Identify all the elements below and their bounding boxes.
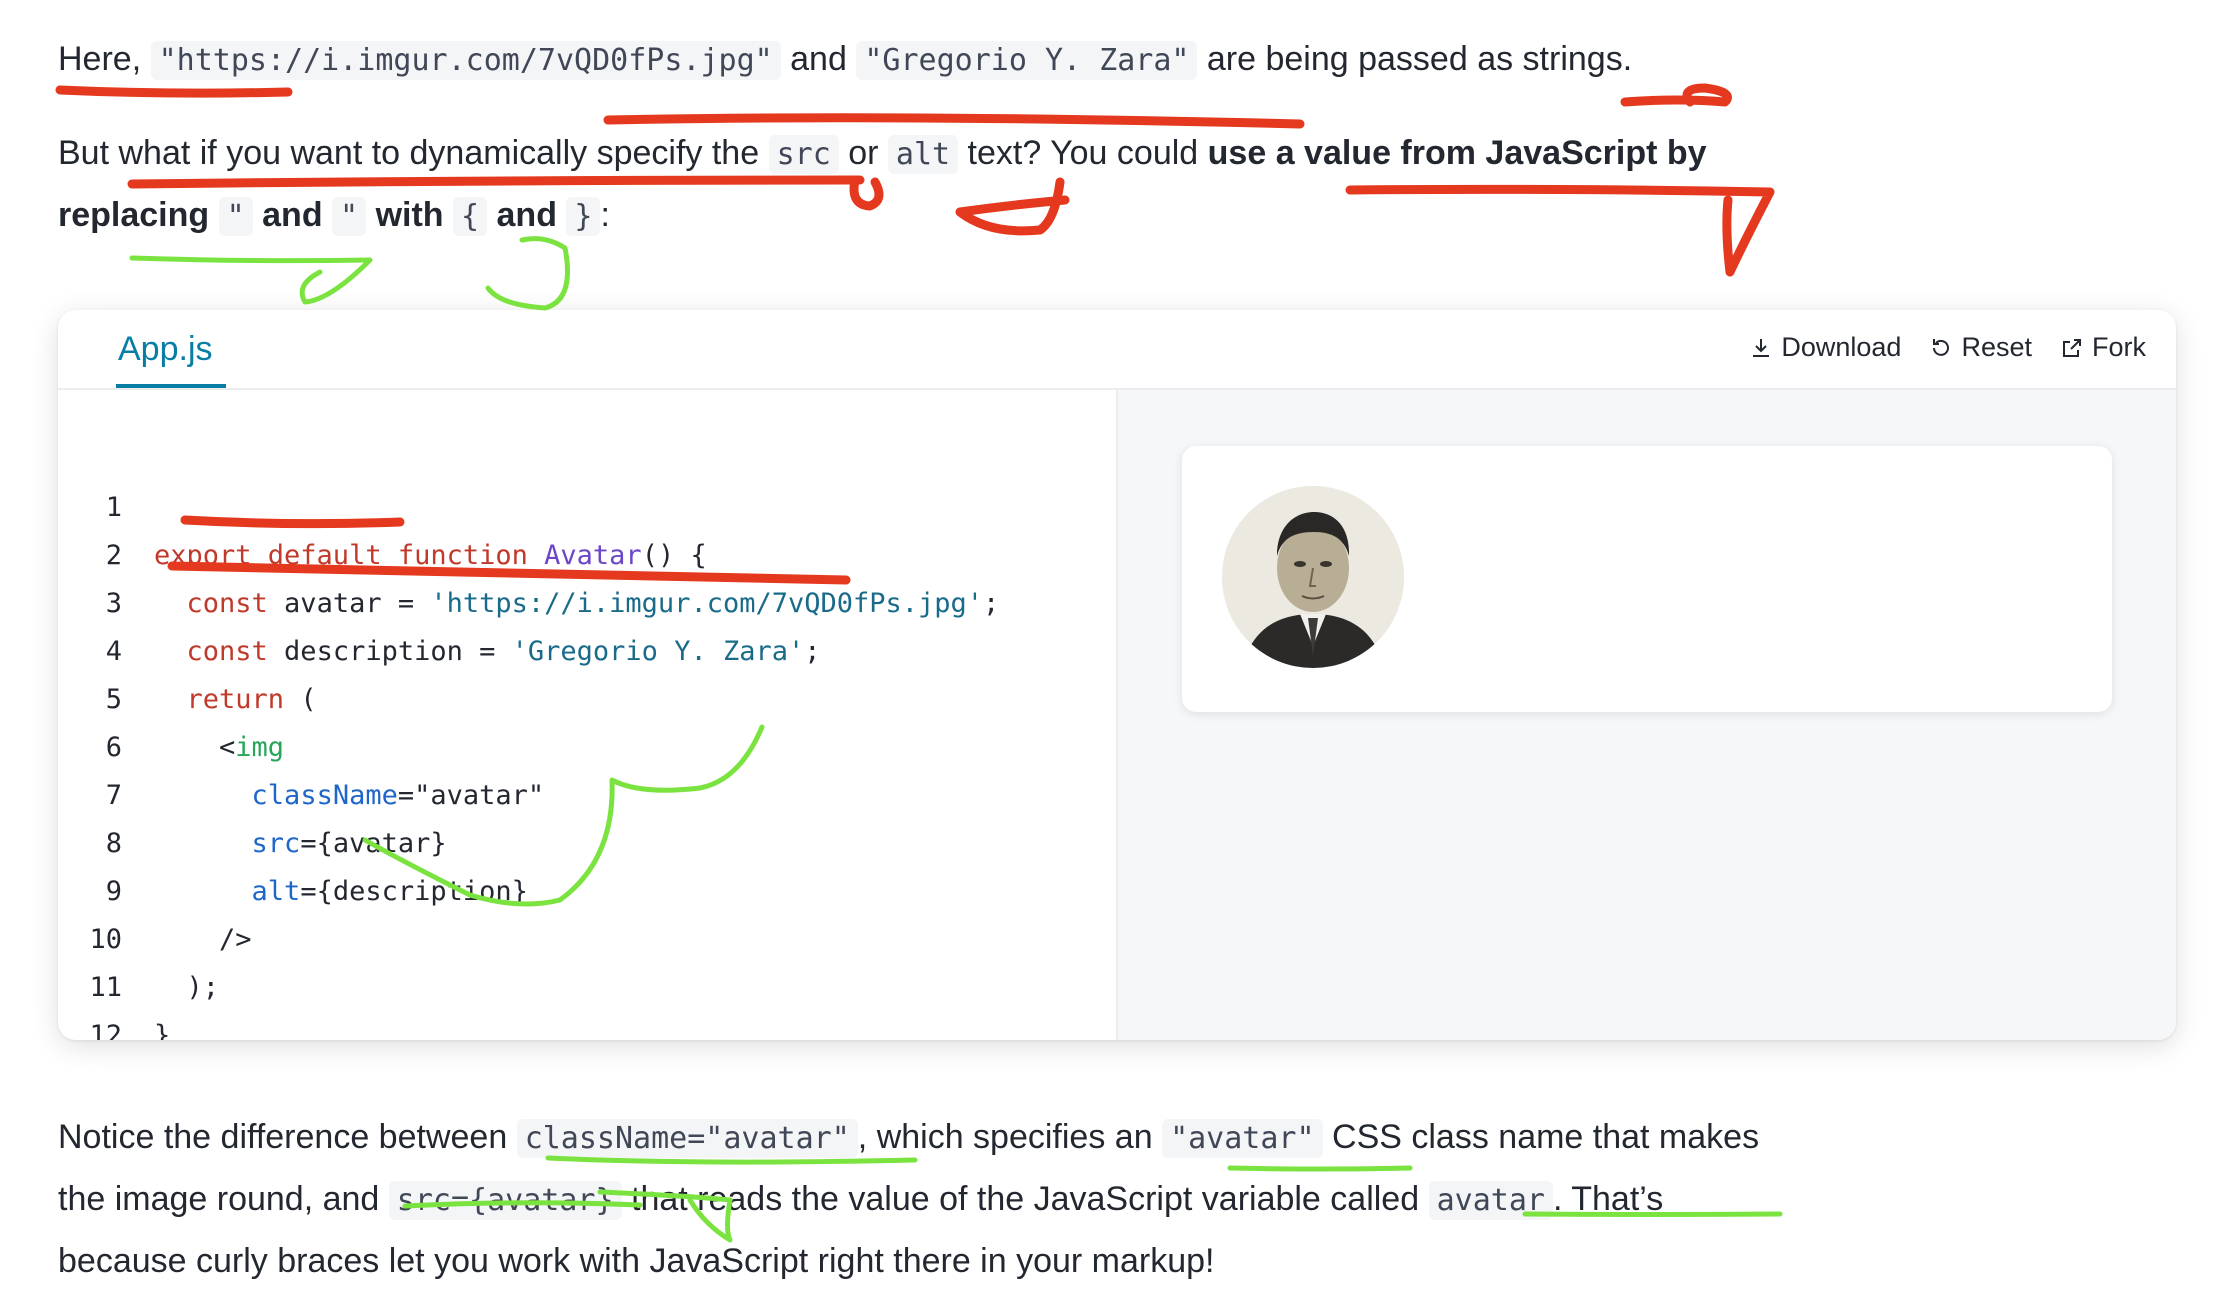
code-text: <img [154, 732, 285, 763]
download-button[interactable]: Download [1749, 332, 1901, 363]
download-label: Download [1781, 332, 1902, 362]
inline-code-src-avatar: src={avatar} [388, 1181, 622, 1220]
inline-code-alt: alt [887, 135, 959, 174]
code-line: 1 export default function Avatar() { [58, 436, 707, 571]
portrait-illustration [1222, 486, 1404, 668]
inline-code-url: "https://i.imgur.com/7vQD0fPs.jpg" [150, 41, 781, 80]
code-line: 5 <img [58, 628, 284, 763]
inline-code-open-brace: { [453, 197, 488, 236]
para3-text-7: because curly braces let you work with J… [58, 1242, 1215, 1280]
code-line: 3 const description = 'Gregorio Y. Zara'… [58, 532, 821, 667]
red-mark [1620, 83, 1732, 107]
code-text: alt={description} [251, 876, 528, 907]
inline-code-avatar-var: avatar [1428, 1181, 1553, 1220]
active-tab-indicator [116, 384, 226, 388]
paragraph-2-line-2: replacing " and " with { and }: [58, 184, 610, 248]
code-text: ); [154, 972, 220, 1003]
green-underline [129, 255, 373, 305]
code-text: } [154, 1020, 171, 1040]
para3-text-2: , which specifies an [857, 1118, 1153, 1156]
code-line: 4 return ( [58, 580, 317, 715]
sandbox-actions: Download Reset Fork [1749, 332, 2146, 363]
para2-bold-2: replacing [58, 196, 210, 234]
code-line: 7 src={avatar} [58, 724, 447, 859]
fork-label: Fork [2092, 332, 2146, 362]
code-line: 9 /> [58, 820, 252, 955]
red-underline [1345, 184, 1775, 277]
reset-button[interactable]: Reset [1929, 332, 2032, 363]
code-text: const avatar = 'https://i.imgur.com/7vQD… [186, 588, 1000, 619]
code-text: className="avatar" [251, 780, 545, 811]
inline-code-avatar-string: "avatar" [1162, 1119, 1323, 1158]
paragraph-3-line-2: the image round, and src={avatar} that r… [58, 1168, 1663, 1232]
paragraph-3-line-1: Notice the difference between className=… [58, 1106, 1759, 1170]
para2-text-2: or [848, 134, 879, 172]
code-line: 6 className="avatar" [58, 676, 544, 811]
para3-text-1: Notice the difference between [58, 1118, 508, 1156]
para3-text-4: the image round, and [58, 1180, 380, 1218]
paragraph-3-line-3: because curly braces let you work with J… [58, 1230, 1215, 1292]
code-line: 8 alt={description} [58, 772, 528, 907]
para2-with: with [375, 196, 444, 234]
code-editor[interactable]: 1 export default function Avatar() { 2 c… [58, 390, 1118, 1040]
para2-and-2: and [496, 196, 557, 234]
paragraph-2: But what if you want to dynamically spec… [58, 122, 1707, 186]
inline-code-src: src [768, 135, 839, 174]
external-link-icon [2063, 338, 2081, 357]
code-line: 2 const avatar = 'https://i.imgur.com/7v… [58, 484, 1000, 619]
inline-code-quote-1: " [218, 197, 253, 236]
code-text: const description = 'Gregorio Y. Zara'; [186, 636, 821, 667]
avatar-image [1222, 486, 1404, 668]
code-text: /> [154, 924, 252, 955]
preview-pane [1118, 390, 2176, 1040]
code-line: 12 [58, 964, 156, 1040]
paragraph-1: Here, "https://i.imgur.com/7vQD0fPs.jpg"… [58, 28, 1632, 92]
para2-and-1: and [262, 196, 323, 234]
green-circle [485, 236, 570, 311]
para2-text-1: But what if you want to dynamically spec… [58, 134, 760, 172]
sandbox-header: App.js Download Reset Fork [58, 310, 2176, 390]
code-line: 11 } [58, 916, 170, 1040]
download-icon [1753, 338, 1770, 357]
para2-bold-1: use a value from JavaScript by [1207, 134, 1707, 172]
para1-mid: and [790, 40, 847, 78]
para3-text-5: that reads the value of the JavaScript v… [631, 1180, 1420, 1218]
inline-code-quote-2: " [332, 197, 367, 236]
reset-icon [1933, 338, 1950, 356]
para3-text-6: . That’s [1552, 1180, 1664, 1218]
inline-code-close-brace: } [566, 197, 601, 236]
code-text: src={avatar} [251, 828, 447, 859]
para3-text-3: CSS class name that makes [1332, 1118, 1760, 1156]
code-text: return ( [186, 684, 317, 715]
para2-colon: : [600, 196, 610, 234]
reset-label: Reset [1961, 332, 2032, 362]
code-line: 10 ); [58, 868, 219, 1003]
fork-button[interactable]: Fork [2060, 332, 2146, 363]
line-number: 12 [89, 1020, 122, 1040]
para1-suffix: are being passed as strings. [1206, 40, 1633, 78]
preview-card [1182, 446, 2112, 712]
code-sandbox: App.js Download Reset Fork 1 export defa… [58, 310, 2176, 1040]
para2-text-3: text? You could [967, 134, 1199, 172]
code-text: export default function Avatar() { [154, 540, 707, 571]
red-mark [955, 177, 1070, 236]
inline-code-classname: className="avatar" [516, 1119, 858, 1158]
para1-prefix: Here, [58, 40, 142, 78]
tab-app-js[interactable]: App.js [118, 330, 213, 369]
inline-code-name: "Gregorio Y. Zara" [856, 41, 1198, 80]
